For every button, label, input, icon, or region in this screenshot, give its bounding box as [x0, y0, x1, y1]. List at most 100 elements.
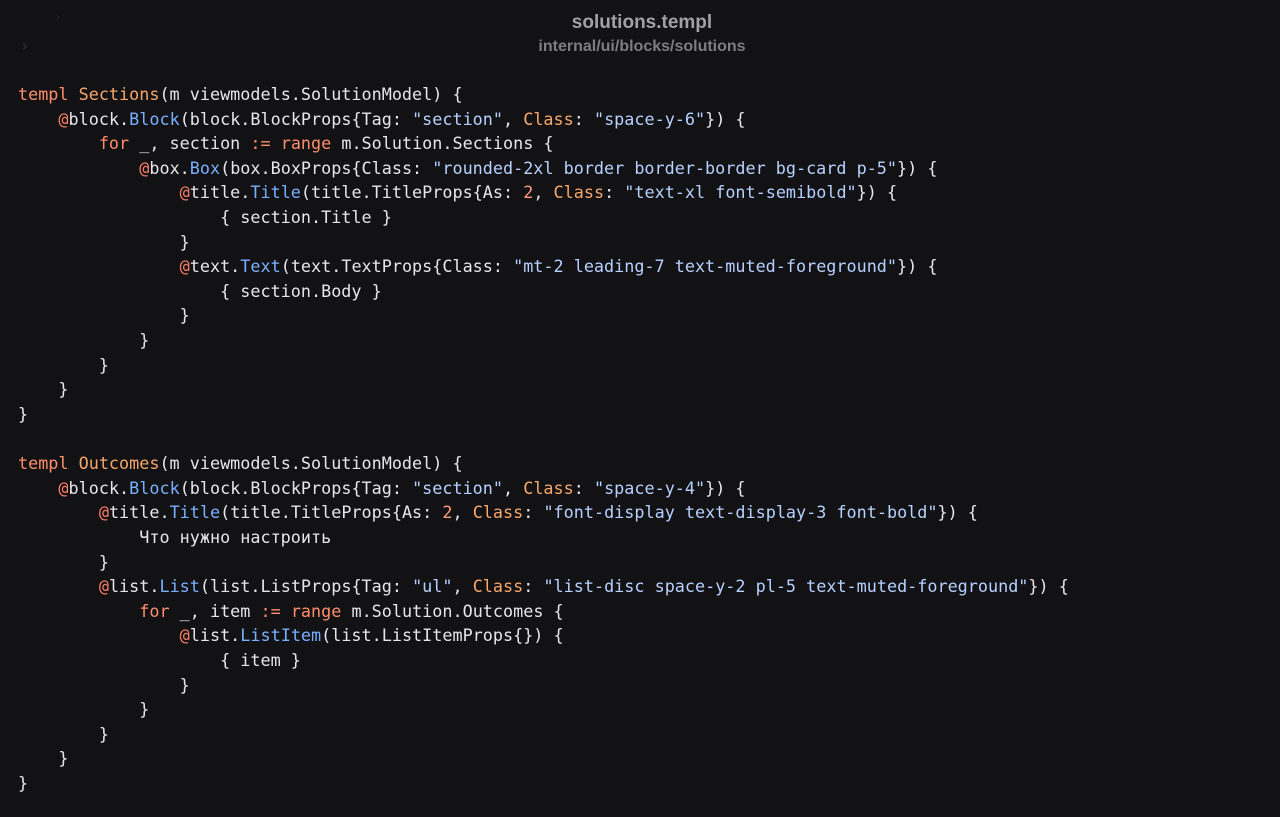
- code-token: }) {: [897, 157, 938, 178]
- code-token: (title.TitleProps{As:: [300, 182, 524, 203]
- code-line: for _, item := range m.Solution.Outcomes…: [18, 599, 1268, 624]
- code-token: @: [179, 625, 190, 646]
- code-token: _, section: [129, 133, 251, 154]
- code-line: { section.Title }: [18, 205, 1268, 230]
- code-token: { item }: [18, 650, 301, 671]
- code-token: (text.TextProps{Class:: [280, 256, 514, 277]
- code-token: }: [18, 699, 150, 720]
- code-line: }: [18, 771, 1268, 796]
- code-line: @title.Title(title.TitleProps{As: 2, Cla…: [18, 180, 1268, 205]
- code-editor[interactable]: templ Sections(m viewmodels.SolutionMode…: [18, 82, 1268, 796]
- code-token: Outcomes: [78, 453, 160, 474]
- code-token: @: [179, 182, 190, 203]
- code-token: ,: [503, 477, 524, 498]
- code-token: block.: [68, 108, 130, 129]
- code-line: }: [18, 328, 1268, 353]
- code-line: }: [18, 377, 1268, 402]
- code-token: @: [58, 108, 69, 129]
- code-token: list.: [108, 576, 160, 597]
- code-token: }: [18, 305, 190, 326]
- code-token: title.: [189, 182, 251, 203]
- code-token: @: [179, 256, 190, 277]
- code-line: }: [18, 697, 1268, 722]
- code-line: }: [18, 303, 1268, 328]
- code-line: }: [18, 402, 1268, 427]
- code-token: templ: [18, 453, 79, 474]
- code-line: @text.Text(text.TextProps{Class: "mt-2 l…: [18, 254, 1268, 279]
- code-token: :: [604, 182, 625, 203]
- code-token: block.: [68, 477, 130, 498]
- code-token: box.: [149, 157, 190, 178]
- code-token: title.: [108, 502, 170, 523]
- code-token: Block: [129, 108, 180, 129]
- code-token: m.Solution.Outcomes {: [341, 600, 564, 621]
- code-token: (m viewmodels.SolutionModel) {: [159, 84, 463, 104]
- code-token: Box: [189, 157, 221, 178]
- code-token: _, item: [169, 600, 261, 621]
- editor-window: › › solutions.templ internal/ui/blocks/s…: [0, 0, 1280, 817]
- code-token: List: [159, 576, 200, 597]
- code-token: :=: [250, 133, 271, 154]
- code-line: templ Sections(m viewmodels.SolutionMode…: [18, 82, 1268, 107]
- code-token: for: [98, 133, 130, 154]
- code-token: "section": [412, 477, 503, 498]
- code-token: ,: [503, 108, 524, 129]
- code-line: @list.ListItem(list.ListItemProps{}) {: [18, 623, 1268, 648]
- code-token: @: [139, 157, 150, 178]
- code-token: (title.TitleProps{As:: [220, 502, 443, 523]
- code-token: Text: [240, 256, 281, 277]
- code-token: :: [523, 576, 544, 597]
- code-token: { section.Body }: [18, 280, 382, 301]
- code-token: (list.ListProps{Tag:: [199, 576, 413, 597]
- code-token: }: [18, 674, 190, 695]
- code-token: Title: [169, 502, 221, 523]
- code-line: @block.Block(block.BlockProps{Tag: "sect…: [18, 476, 1268, 501]
- code-token: "ul": [412, 576, 453, 597]
- code-token: }: [18, 773, 29, 794]
- code-token: :: [523, 502, 544, 523]
- code-line: for _, section := range m.Solution.Secti…: [18, 131, 1268, 156]
- code-token: "space-y-6": [593, 108, 706, 129]
- code-token: 2: [523, 182, 534, 203]
- code-token: @: [98, 576, 109, 597]
- code-line: @box.Box(box.BoxProps{Class: "rounded-2x…: [18, 156, 1268, 181]
- code-token: ,: [533, 182, 554, 203]
- code-token: }) {: [937, 502, 978, 523]
- code-token: }) {: [705, 108, 746, 129]
- code-token: Class: [523, 477, 574, 498]
- code-token: "section": [412, 108, 503, 129]
- code-token: }: [18, 379, 69, 400]
- code-token: templ: [18, 84, 79, 104]
- code-token: (m viewmodels.SolutionModel) {: [159, 453, 463, 474]
- code-token: }: [18, 748, 69, 769]
- code-token: @: [58, 477, 69, 498]
- code-token: }) {: [1028, 576, 1069, 597]
- code-token: "rounded-2xl border border-border bg-car…: [432, 157, 898, 178]
- code-token: (block.BlockProps{Tag:: [179, 477, 413, 498]
- code-line: Что нужно настроить: [18, 525, 1268, 550]
- code-line: { item }: [18, 648, 1268, 673]
- code-token: 2: [442, 502, 453, 523]
- code-token: ,: [452, 502, 473, 523]
- file-name: solutions.templ: [571, 12, 713, 33]
- code-token: "font-display text-display-3 font-bold": [543, 502, 938, 523]
- code-token: ListItem: [240, 625, 322, 646]
- code-token: :: [573, 108, 594, 129]
- code-token: (block.BlockProps{Tag:: [179, 108, 413, 129]
- code-line: }: [18, 722, 1268, 747]
- code-line: }: [18, 353, 1268, 378]
- code-token: }) {: [705, 477, 746, 498]
- code-line: }: [18, 550, 1268, 575]
- code-token: }) {: [897, 256, 938, 277]
- code-token: }: [18, 330, 150, 351]
- code-line: @list.List(list.ListProps{Tag: "ul", Cla…: [18, 574, 1268, 599]
- code-token: (list.ListItemProps{}) {: [321, 625, 564, 646]
- code-token: "text-xl font-semibold": [624, 182, 857, 203]
- code-token: Class: [523, 108, 574, 129]
